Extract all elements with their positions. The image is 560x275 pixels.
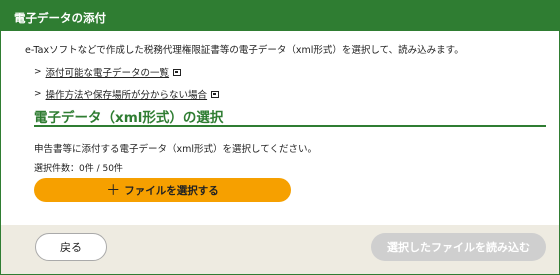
external-link-icon: [173, 68, 182, 76]
link-help-operation[interactable]: > 操作方法や保存場所が分からない場合: [34, 87, 220, 101]
load-selected-files-button[interactable]: 選択したファイルを読み込む: [371, 233, 546, 261]
section-title: 電子データ（xml形式）の選択: [34, 110, 224, 126]
section-divider: [34, 125, 546, 127]
select-file-button[interactable]: ＋ ファイルを選択する: [34, 178, 291, 202]
link-label[interactable]: 添付可能な電子データの一覧: [46, 65, 170, 79]
external-link-icon: [211, 90, 220, 98]
back-button[interactable]: 戻る: [35, 233, 107, 261]
link-label[interactable]: 操作方法や保存場所が分からない場合: [46, 87, 208, 101]
link-attachable-data-list[interactable]: > 添付可能な電子データの一覧: [34, 65, 182, 79]
dialog-title: 電子データの添付: [1, 1, 559, 31]
selected-count: 選択件数：0件 / 50件: [34, 164, 123, 174]
chevron-right-icon: >: [34, 89, 42, 99]
chevron-right-icon: >: [34, 67, 42, 77]
intro-text: e-Taxソフトなどで作成した税務代理権限証書等の電子データ（xml形式）を選択…: [25, 45, 464, 56]
plus-icon: ＋: [106, 182, 121, 198]
section-description: 申告書等に添付する電子データ（xml形式）を選択してください。: [34, 144, 317, 155]
select-file-label: ファイルを選択する: [124, 184, 219, 197]
